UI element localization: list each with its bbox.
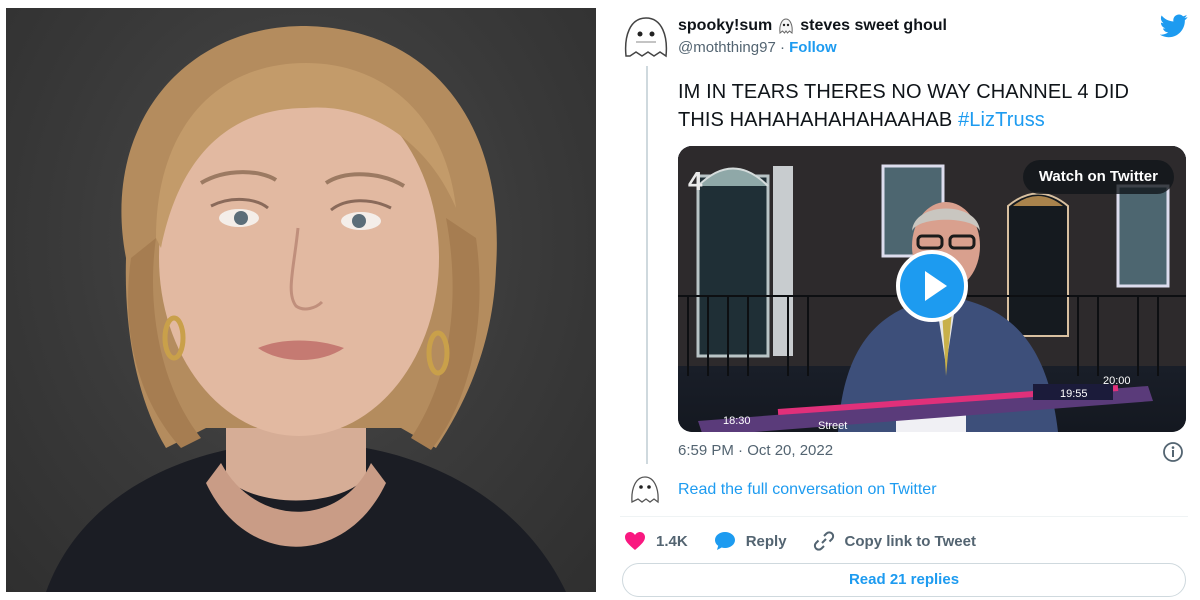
- channel-4-logo: 4: [688, 166, 703, 196]
- display-name[interactable]: spooky!sum: [678, 17, 772, 35]
- like-button[interactable]: 1.4K: [624, 531, 688, 551]
- twitter-bird-icon[interactable]: [1160, 14, 1188, 38]
- link-icon: [813, 531, 834, 551]
- conversation-avatar: [631, 476, 659, 504]
- like-count: 1.4K: [656, 532, 688, 550]
- hashtag-link[interactable]: #LizTruss: [958, 109, 1045, 131]
- reply-button[interactable]: Reply: [714, 531, 787, 551]
- play-icon: [925, 271, 947, 301]
- tweet-body: IM IN TEARS THERES NO WAY CHANNEL 4 DID …: [678, 81, 1130, 131]
- tweet-text: IM IN TEARS THERES NO WAY CHANNEL 4 DID …: [678, 78, 1178, 134]
- tv-clock-2: 19:55: [1060, 388, 1088, 400]
- divider: [620, 516, 1188, 517]
- heart-icon: [625, 532, 645, 550]
- play-button[interactable]: [896, 250, 968, 322]
- tv-clock-1: 20:00: [1103, 375, 1131, 387]
- embedded-tweet: spooky!sum steves sweet ghoul @moththing…: [606, 0, 1200, 600]
- author-name-row[interactable]: spooky!sum steves sweet ghoul: [678, 17, 947, 35]
- read-replies-button[interactable]: Read 21 replies: [622, 563, 1186, 597]
- reply-label: Reply: [745, 532, 787, 550]
- info-icon[interactable]: [1162, 441, 1184, 463]
- action-bar: 1.4K Reply Copy link to Tweet: [624, 528, 1002, 554]
- separator-dot: ·: [779, 39, 785, 56]
- portrait-photo: [6, 8, 596, 592]
- tv-clock-3: 18:30: [723, 415, 751, 427]
- follow-button[interactable]: Follow: [789, 39, 837, 56]
- author-avatar[interactable]: [620, 12, 672, 60]
- video-thumbnail[interactable]: 20:00 19:55 18:30 Street 4 Watch on Twit…: [678, 146, 1186, 432]
- author-handle[interactable]: @moththing97: [678, 39, 776, 56]
- tv-street-label: Street: [818, 420, 847, 432]
- copy-link-label: Copy link to Tweet: [844, 532, 976, 550]
- ghost-icon: [779, 18, 793, 34]
- watch-on-twitter-button[interactable]: Watch on Twitter: [1022, 160, 1174, 194]
- tweet-timestamp[interactable]: 6:59 PM · Oct 20, 2022: [678, 442, 833, 459]
- thread-line: [646, 66, 648, 464]
- copy-link-button[interactable]: Copy link to Tweet: [813, 530, 976, 552]
- handle-row: @moththing97 · Follow: [678, 39, 837, 56]
- read-conversation-link[interactable]: Read the full conversation on Twitter: [678, 481, 937, 499]
- display-name-suffix[interactable]: steves sweet ghoul: [800, 17, 947, 35]
- reply-bubble-icon: [714, 532, 735, 550]
